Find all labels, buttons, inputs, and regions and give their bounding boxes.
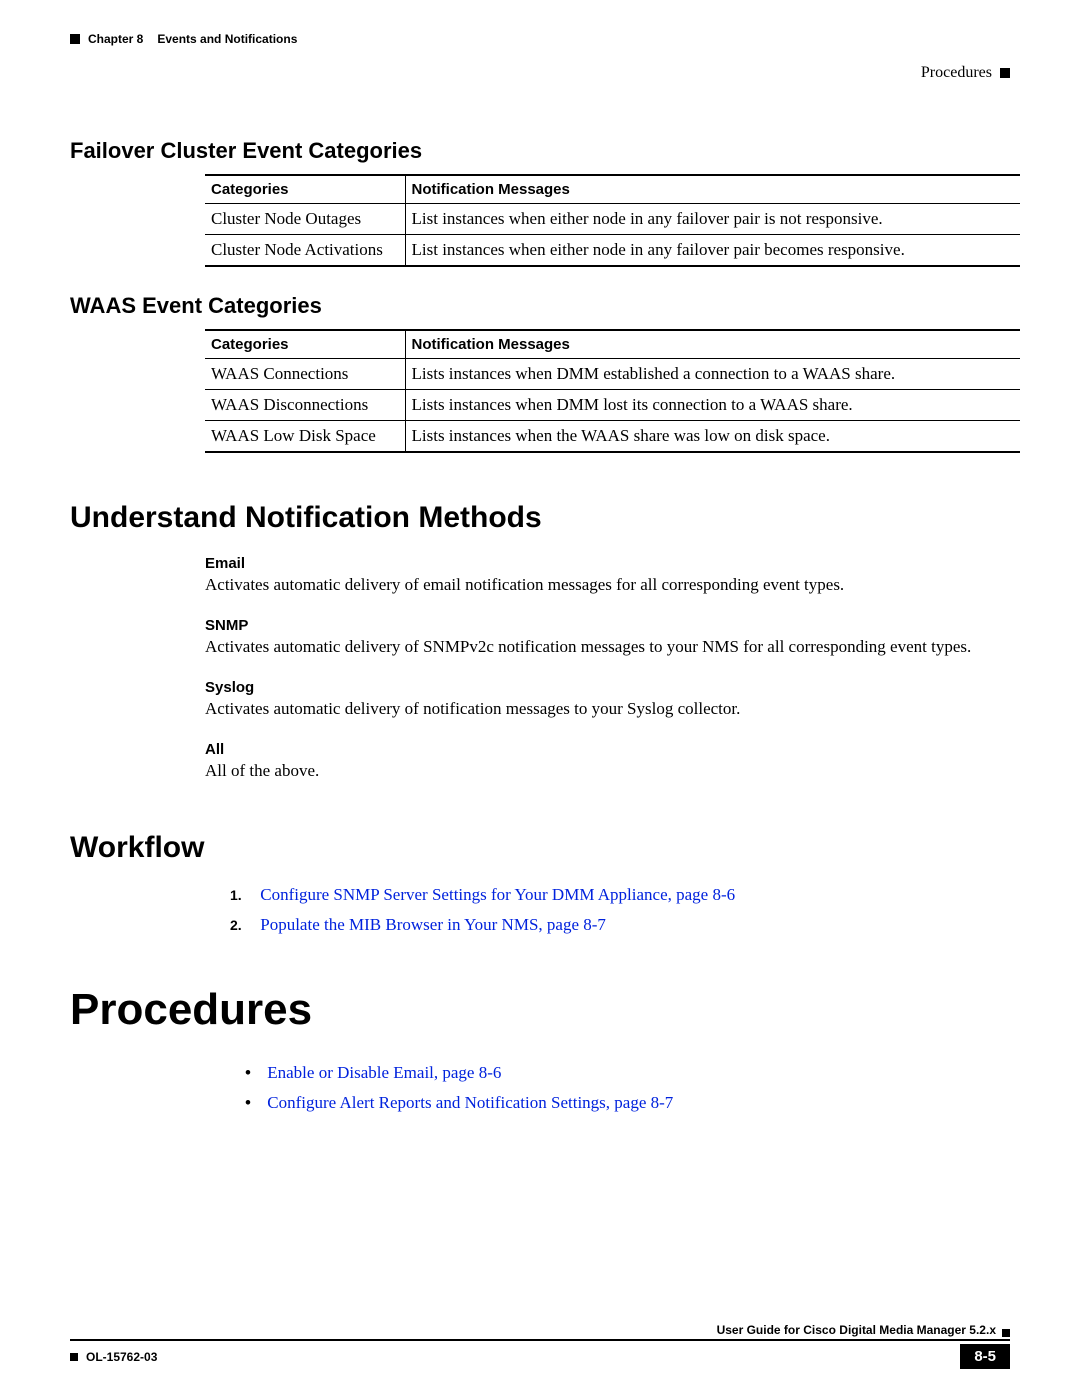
cell-category: Cluster Node Activations <box>205 235 405 267</box>
text-syslog: Activates automatic delivery of notifica… <box>205 698 1005 721</box>
label-all: All <box>205 741 1010 758</box>
footer-guide-title: User Guide for Cisco Digital Media Manag… <box>70 1323 996 1337</box>
cell-message: List instances when either node in any f… <box>405 235 1020 267</box>
heading-failover: Failover Cluster Event Categories <box>70 138 1010 164</box>
doc-number: OL-15762-03 <box>86 1350 157 1364</box>
col-categories: Categories <box>205 330 405 359</box>
text-all: All of the above. <box>205 760 1005 783</box>
cell-message: Lists instances when DMM lost its connec… <box>405 390 1020 421</box>
label-snmp: SNMP <box>205 617 1010 634</box>
cell-category: WAAS Connections <box>205 359 405 390</box>
heading-waas: WAAS Event Categories <box>70 293 1010 319</box>
list-item: • Configure Alert Reports and Notificati… <box>245 1093 1010 1113</box>
workflow-list: 1. Configure SNMP Server Settings for Yo… <box>230 885 1010 935</box>
item-number: 1. <box>230 887 248 903</box>
bullet-icon: • <box>245 1093 263 1113</box>
square-icon <box>70 34 80 44</box>
heading-workflow: Workflow <box>70 831 1010 865</box>
heading-procedures: Procedures <box>70 985 1010 1035</box>
footer-top-row: User Guide for Cisco Digital Media Manag… <box>70 1323 1010 1337</box>
cell-category: Cluster Node Outages <box>205 204 405 235</box>
square-icon <box>1000 68 1010 78</box>
chapter-title: Events and Notifications <box>157 32 297 46</box>
cell-category: WAAS Low Disk Space <box>205 421 405 453</box>
table-failover: Categories Notification Messages Cluster… <box>205 174 1020 267</box>
table-row: WAAS Low Disk Space Lists instances when… <box>205 421 1020 453</box>
document-page: Chapter 8 Events and Notifications Proce… <box>0 0 1080 1155</box>
table-row: WAAS Connections Lists instances when DM… <box>205 359 1020 390</box>
label-email: Email <box>205 555 1010 572</box>
text-email: Activates automatic delivery of email no… <box>205 574 1005 597</box>
col-messages: Notification Messages <box>405 175 1020 204</box>
chapter-label: Chapter 8 <box>88 32 143 46</box>
list-item: • Enable or Disable Email, page 8-6 <box>245 1063 1010 1083</box>
link-alert-reports[interactable]: Configure Alert Reports and Notification… <box>267 1093 673 1112</box>
link-snmp-settings[interactable]: Configure SNMP Server Settings for Your … <box>260 885 735 904</box>
list-item: 1. Configure SNMP Server Settings for Yo… <box>230 885 1010 905</box>
page-footer: User Guide for Cisco Digital Media Manag… <box>70 1323 1010 1369</box>
footer-left: OL-15762-03 <box>70 1350 157 1364</box>
table-row: Cluster Node Activations List instances … <box>205 235 1020 267</box>
cell-message: Lists instances when the WAAS share was … <box>405 421 1020 453</box>
footer-divider <box>70 1339 1010 1341</box>
item-number: 2. <box>230 917 248 933</box>
heading-understand: Understand Notification Methods <box>70 501 1010 535</box>
label-syslog: Syslog <box>205 679 1010 696</box>
cell-message: List instances when either node in any f… <box>405 204 1020 235</box>
table-waas: Categories Notification Messages WAAS Co… <box>205 329 1020 453</box>
cell-message: Lists instances when DMM established a c… <box>405 359 1020 390</box>
table-header-row: Categories Notification Messages <box>205 175 1020 204</box>
col-messages: Notification Messages <box>405 330 1020 359</box>
table-header-row: Categories Notification Messages <box>205 330 1020 359</box>
header-right: Procedures <box>70 64 1010 82</box>
footer-bottom-row: OL-15762-03 8-5 <box>70 1344 1010 1369</box>
page-number: 8-5 <box>960 1344 1010 1369</box>
table-row: WAAS Disconnections Lists instances when… <box>205 390 1020 421</box>
link-enable-email[interactable]: Enable or Disable Email, page 8-6 <box>267 1063 501 1082</box>
square-icon <box>1002 1329 1010 1337</box>
page-header: Chapter 8 Events and Notifications <box>70 32 1010 46</box>
procedures-list: • Enable or Disable Email, page 8-6 • Co… <box>245 1063 1010 1113</box>
cell-category: WAAS Disconnections <box>205 390 405 421</box>
list-item: 2. Populate the MIB Browser in Your NMS,… <box>230 915 1010 935</box>
text-snmp: Activates automatic delivery of SNMPv2c … <box>205 636 1005 659</box>
table-row: Cluster Node Outages List instances when… <box>205 204 1020 235</box>
header-section-label: Procedures <box>921 64 992 82</box>
bullet-icon: • <box>245 1063 263 1083</box>
col-categories: Categories <box>205 175 405 204</box>
header-left: Chapter 8 Events and Notifications <box>70 32 297 46</box>
square-icon <box>70 1353 78 1361</box>
link-mib-browser[interactable]: Populate the MIB Browser in Your NMS, pa… <box>260 915 606 934</box>
